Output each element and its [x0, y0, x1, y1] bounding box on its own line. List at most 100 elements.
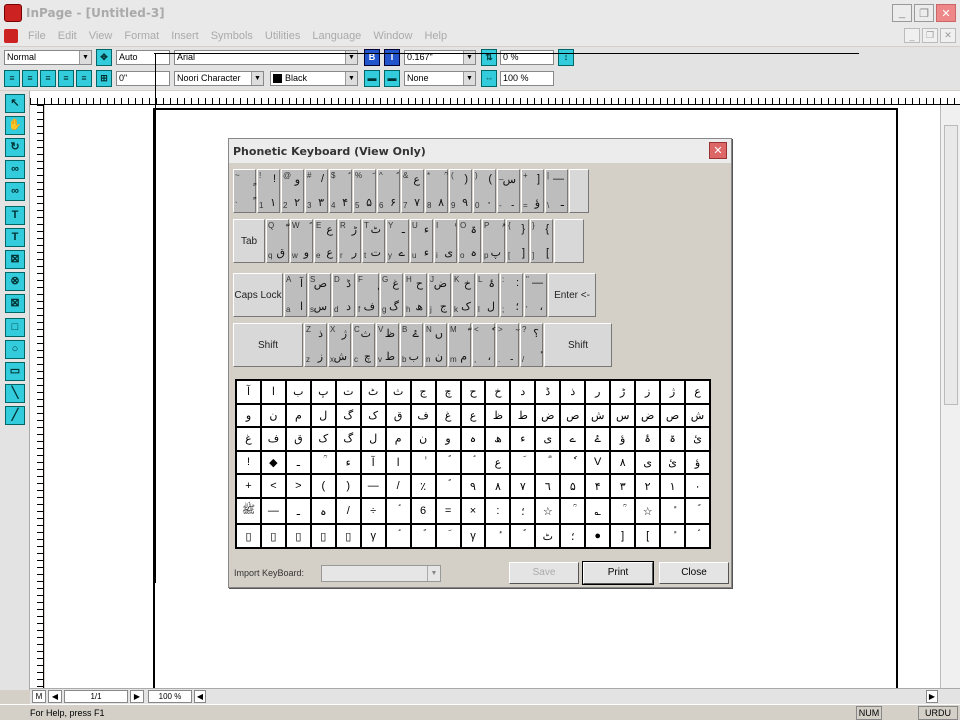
keyboard-key[interactable]: }] {[ — [530, 219, 553, 263]
leading-icon[interactable]: ✥ — [96, 49, 112, 66]
symbol-cell[interactable]: ص — [561, 404, 585, 427]
symbol-cell[interactable]: ف — [261, 428, 285, 450]
symbol-cell[interactable]: گ — [336, 404, 360, 427]
hand-tool-icon[interactable]: ✋ — [5, 116, 25, 135]
symbol-cell[interactable]: ق — [386, 404, 410, 427]
symbol-cell[interactable]: ب — [286, 381, 310, 403]
keyboard-key[interactable]: Gg غگ — [380, 273, 403, 317]
symbol-cell[interactable]: ز — [636, 381, 660, 403]
keyboard-key[interactable]: ?/؟ٔ — [520, 323, 543, 367]
symbol-cell[interactable]: ن — [261, 404, 285, 427]
symbol-cell[interactable]: ل — [361, 428, 385, 450]
close-dialog-button[interactable]: Close — [659, 562, 729, 584]
symbol-cell[interactable]: ش — [686, 404, 709, 427]
symbol-cell[interactable]: ئ — [661, 451, 685, 474]
symbol-cell[interactable]: ٔ — [661, 525, 685, 547]
polygon-tool-icon[interactable]: ▭ — [5, 362, 25, 381]
doc-minimize-button[interactable]: _ — [904, 28, 920, 43]
symbol-cell[interactable]: ٪ — [411, 475, 435, 497]
symbol-cell[interactable]: ف — [411, 404, 435, 427]
symbol-cell[interactable]: م — [386, 428, 410, 450]
symbol-cell[interactable]: ہ — [311, 498, 335, 524]
symbol-cell[interactable]: ط — [511, 404, 535, 427]
symbol-cell[interactable]: چ — [436, 381, 460, 403]
char-style-select[interactable]: Noori Character ▼ — [174, 71, 264, 86]
symbol-cell[interactable]: س — [611, 404, 635, 427]
picture-box-tool-icon[interactable]: ⊠ — [5, 250, 25, 269]
justify-icon[interactable]: ≡ — [58, 70, 74, 87]
menu-language[interactable]: Language — [306, 30, 367, 42]
keyboard-key[interactable]: Wwؐو — [290, 219, 313, 263]
menu-utilities[interactable]: Utilities — [259, 30, 306, 42]
dialog-title-bar[interactable]: Phonetic Keyboard (View Only) ✕ — [229, 139, 731, 163]
symbol-cell[interactable]: ۂ — [636, 428, 660, 450]
keyboard-key[interactable]: Cc ثچ — [352, 323, 375, 367]
symbol-cell[interactable]: ش — [586, 404, 610, 427]
symbol-cell[interactable]: ت — [336, 381, 360, 403]
tracking-icon[interactable]: ⇅ — [481, 49, 497, 66]
symbol-cell[interactable]: ؤ — [686, 451, 709, 474]
backspace-key[interactable] — [569, 169, 589, 213]
symbol-cell[interactable]: ؑ — [461, 451, 485, 474]
symbol-cell[interactable]: ۱ — [661, 475, 685, 497]
keyboard-key[interactable]: _ - س ۔ — [497, 169, 520, 213]
symbol-cell[interactable]: ÷ — [361, 498, 385, 524]
scale-icon[interactable]: ⇔ — [481, 70, 497, 87]
symbol-cell[interactable]: ۷ — [511, 475, 535, 497]
symbol-cell[interactable]: ض — [636, 404, 660, 427]
symbol-cell[interactable]: γ — [361, 525, 385, 547]
symbol-cell[interactable]: ۵ — [561, 475, 585, 497]
keyboard-key[interactable]: Tt ٹت — [362, 219, 385, 263]
right-shift-key[interactable]: Shift — [544, 323, 612, 367]
align-center-icon[interactable]: ≡ — [22, 70, 38, 87]
text-tool-icon[interactable]: T — [5, 206, 25, 225]
left-indent-field[interactable]: 0" — [116, 71, 170, 86]
symbol-cell[interactable]: غ — [436, 404, 460, 427]
symbol-cell[interactable]: ◆ — [261, 451, 285, 474]
keyboard-key[interactable]: Aa آا — [284, 273, 307, 317]
symbol-cell[interactable]: ۴ — [586, 475, 610, 497]
menu-insert[interactable]: Insert — [165, 30, 205, 42]
symbol-cell[interactable]: ۸ — [486, 475, 510, 497]
symbol-cell[interactable]: ا — [386, 451, 410, 474]
scale-field[interactable]: 100 % — [500, 71, 554, 86]
align-left-icon[interactable]: ≡ — [4, 70, 20, 87]
symbol-cell[interactable]: V — [586, 451, 610, 474]
symbol-cell[interactable]: ع — [486, 451, 510, 474]
scroll-right-icon[interactable]: ▶ — [926, 690, 938, 703]
symbol-cell[interactable]: ؐ — [686, 498, 709, 524]
symbol-cell[interactable]: ▯ — [237, 525, 260, 547]
tab-key[interactable]: Tab — [233, 219, 265, 263]
symbol-cell[interactable]: ذ — [561, 381, 585, 403]
keyboard-key[interactable]: Eeعع — [314, 219, 337, 263]
symbol-cell[interactable]: ۹ — [461, 475, 485, 497]
symbol-cell[interactable]: ۃ — [661, 428, 685, 450]
master-page-button[interactable]: M — [32, 690, 46, 703]
symbol-cell[interactable]: ؐ — [511, 525, 535, 547]
symbol-cell[interactable]: = — [436, 498, 460, 524]
symbol-cell[interactable]: ؑ — [386, 525, 410, 547]
symbol-cell[interactable]: ض — [536, 404, 560, 427]
symbol-cell[interactable]: ( — [311, 475, 335, 497]
strike-icon[interactable]: ▬ — [384, 70, 400, 87]
symbol-cell[interactable]: ؐ — [436, 475, 460, 497]
symbol-cell[interactable]: ؛ — [561, 525, 585, 547]
keyboard-key[interactable]: :;: ؛ — [500, 273, 523, 317]
justify-all-icon[interactable]: ≡ — [76, 70, 92, 87]
unlink-tool-icon[interactable]: ∞ — [5, 182, 25, 201]
keyboard-key[interactable]: #3 / ۳ — [305, 169, 328, 213]
symbol-cell[interactable]: γ — [461, 525, 485, 547]
symbol-cell[interactable]: ث — [386, 381, 410, 403]
zoom-field[interactable]: 100 % — [148, 690, 192, 703]
keyboard-key[interactable]: Jjضج — [428, 273, 451, 317]
keyboard-key[interactable]: >.ٓ۔ — [496, 323, 519, 367]
keyboard-key[interactable]: Xxژش — [328, 323, 351, 367]
symbol-cell[interactable]: و — [237, 404, 260, 427]
symbol-cell[interactable]: ٰ — [411, 451, 435, 474]
symbol-cell[interactable]: ا — [261, 381, 285, 403]
symbol-cell[interactable]: گ — [336, 428, 360, 450]
keyboard-key[interactable]: Iiٰی — [434, 219, 457, 263]
menu-format[interactable]: Format — [118, 30, 165, 42]
symbol-cell[interactable]: > — [286, 475, 310, 497]
keyboard-key[interactable]: Ssصس — [308, 273, 331, 317]
